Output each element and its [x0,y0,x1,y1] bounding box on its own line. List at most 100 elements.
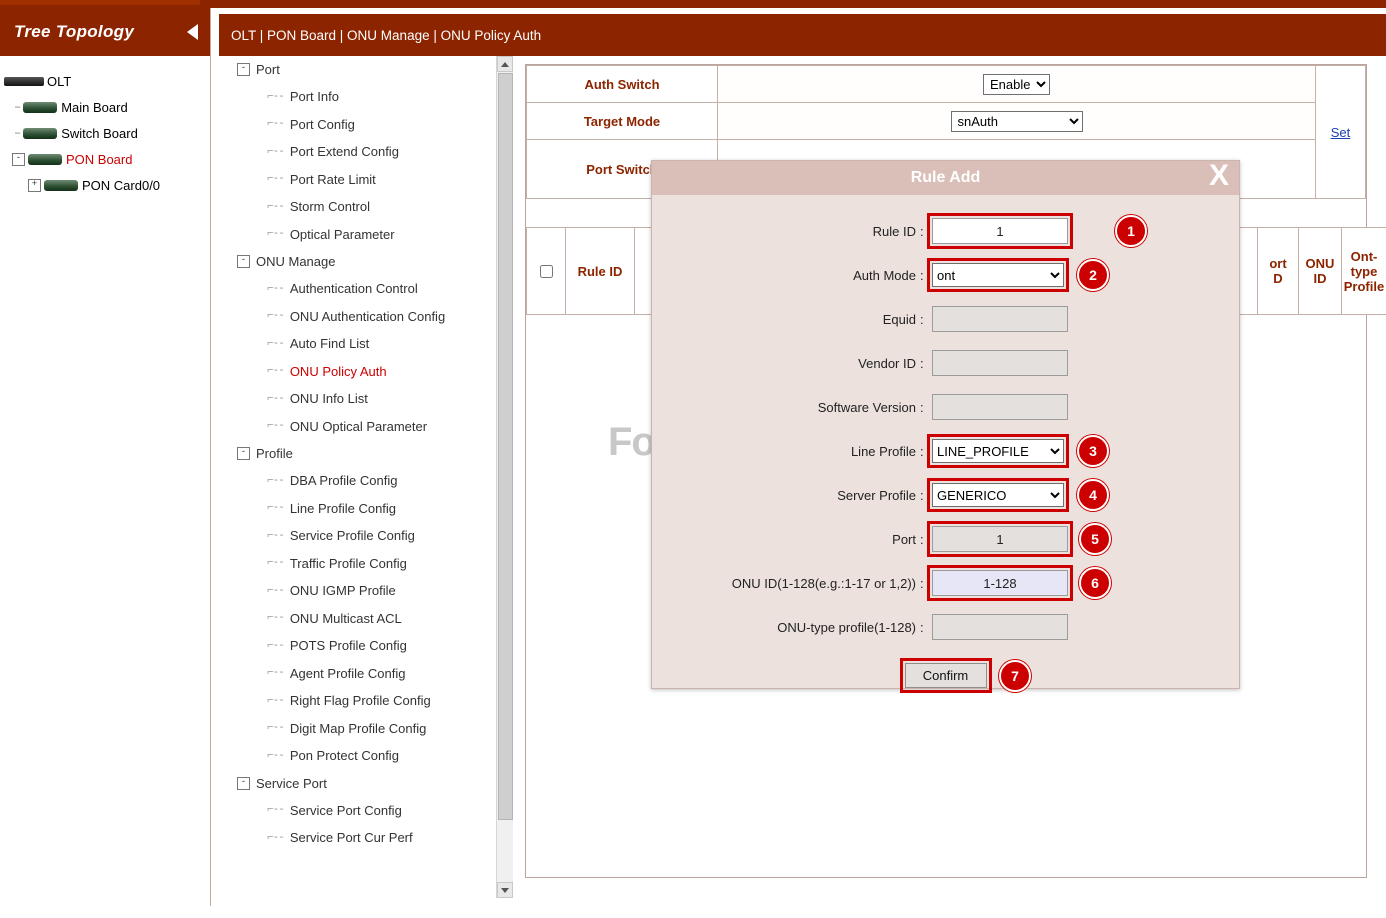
menu-item-traffic-profile-config[interactable]: ⌐-- Traffic Profile Config [219,550,513,578]
collapse-panel-icon[interactable] [187,24,198,40]
menu-item-digit-map-profile-config[interactable]: ⌐-- Digit Map Profile Config [219,715,513,743]
menu-group-service-port[interactable]: - Service Port [219,770,513,797]
menu-group-onu-manage[interactable]: - ONU Manage [219,248,513,275]
menu-item-label[interactable]: Agent Profile Config [290,666,406,681]
menu-item-line-profile-config[interactable]: ⌐-- Line Profile Config [219,495,513,523]
menu-item-label[interactable]: Pon Protect Config [290,748,399,763]
menu-group-profile[interactable]: - Profile [219,440,513,467]
port-label: Port [652,532,920,547]
menu-item-authentication-control[interactable]: ⌐-- Authentication Control [219,275,513,303]
label-colon: : [920,268,932,283]
tree-expand-toggle-icon[interactable]: + [28,179,41,192]
menu-item-service-port-config[interactable]: ⌐-- Service Port Config [219,797,513,825]
menu-item-label[interactable]: Right Flag Profile Config [290,693,431,708]
scroll-down-button[interactable] [497,882,513,898]
menu-scrollbar[interactable] [496,56,513,898]
menu-item-optical-parameter[interactable]: ⌐-- Optical Parameter [219,221,513,249]
menu-item-port-extend-config[interactable]: ⌐-- Port Extend Config [219,138,513,166]
close-icon[interactable]: X [1209,159,1229,193]
menu-item-label[interactable]: Port Config [290,117,355,132]
menu-item-storm-control[interactable]: ⌐-- Storm Control [219,193,513,221]
onu-type-profile-input[interactable] [932,614,1068,640]
equid-input[interactable] [932,306,1068,332]
menu-item-agent-profile-config[interactable]: ⌐-- Agent Profile Config [219,660,513,688]
menu-item-onu-optical-parameter[interactable]: ⌐-- ONU Optical Parameter [219,413,513,441]
menu-item-dba-profile-config[interactable]: ⌐-- DBA Profile Config [219,467,513,495]
menu-item-port-config[interactable]: ⌐-- Port Config [219,111,513,139]
menu-item-label[interactable]: Service Port Cur Perf [290,830,413,845]
menu-item-label[interactable]: Authentication Control [290,281,418,296]
menu-collapse-toggle-icon[interactable]: - [237,63,250,76]
menu-item-onu-policy-auth[interactable]: ⌐-- ONU Policy Auth [219,358,513,386]
chevron-down-icon [501,888,509,893]
menu-item-label[interactable]: Digit Map Profile Config [290,721,427,736]
onu-id-input[interactable] [932,570,1068,596]
scroll-up-button[interactable] [497,56,513,72]
tree-leaf-icon: ⌐-- [267,832,284,844]
menu-item-label[interactable]: Line Profile Config [290,501,396,516]
menu-item-label[interactable]: ONU Optical Parameter [290,419,427,434]
menu-item-label[interactable]: Storm Control [290,199,370,214]
menu-item-label[interactable]: ONU Multicast ACL [290,611,402,626]
menu-item-onu-multicast-acl[interactable]: ⌐-- ONU Multicast ACL [219,605,513,633]
menu-item-label[interactable]: Port Rate Limit [290,172,376,187]
target-mode-select[interactable]: snAuth [951,111,1083,132]
set-button[interactable]: Set [1331,125,1351,140]
menu-item-label[interactable]: Service Profile Config [290,528,415,543]
menu-item-label[interactable]: Service Port Config [290,803,402,818]
select-all-checkbox[interactable] [540,265,553,278]
tree-leaf-icon: ⌐-- [267,420,284,432]
menu-group-port[interactable]: - Port [219,56,513,83]
field-row-server-profile: Server Profile : GENERICO 4 [652,473,1239,517]
menu-item-service-profile-config[interactable]: ⌐-- Service Profile Config [219,522,513,550]
table-row-target-mode: Target Mode snAuth [527,103,1366,140]
rule-id-input[interactable] [932,218,1068,244]
menu-item-right-flag-profile-config[interactable]: ⌐-- Right Flag Profile Config [219,687,513,715]
menu-item-onu-igmp-profile[interactable]: ⌐-- ONU IGMP Profile [219,577,513,605]
port-input[interactable] [932,526,1068,552]
menu-collapse-toggle-icon[interactable]: - [237,255,250,268]
menu-item-port-info[interactable]: ⌐-- Port Info [219,83,513,111]
menu-collapse-toggle-icon[interactable]: - [237,447,250,460]
menu-item-port-rate-limit[interactable]: ⌐-- Port Rate Limit [219,166,513,194]
column-header-port-line2: D [1259,271,1297,286]
menu-item-label[interactable]: Optical Parameter [290,227,395,242]
software-version-input[interactable] [932,394,1068,420]
confirm-button[interactable]: Confirm [905,663,987,688]
vendor-id-input[interactable] [932,350,1068,376]
tree-node-pon-board[interactable]: - PON Board [0,146,210,172]
auth-switch-select[interactable]: Enable [983,74,1050,95]
menu-item-label[interactable]: ONU Info List [290,391,368,406]
tree-leaf-icon: ⌐-- [267,283,284,295]
menu-item-onu-info-list[interactable]: ⌐-- ONU Info List [219,385,513,413]
menu-item-label[interactable]: Auto Find List [290,336,370,351]
menu-item-pots-profile-config[interactable]: ⌐-- POTS Profile Config [219,632,513,660]
tree-node-switch-board[interactable]: – Switch Board [0,120,210,146]
menu-item-label[interactable]: ONU IGMP Profile [290,583,396,598]
menu-item-label[interactable]: Port Info [290,89,339,104]
tree-leaf-icon: ⌐-- [267,201,284,213]
menu-item-label[interactable]: ONU Authentication Config [290,309,445,324]
menu-item-label[interactable]: Traffic Profile Config [290,556,407,571]
menu-item-label[interactable]: ONU Policy Auth [290,364,387,379]
scrollbar-thumb[interactable] [498,73,513,820]
menu-item-label[interactable]: POTS Profile Config [290,638,407,653]
server-profile-select[interactable]: GENERICO [932,483,1064,507]
auth-mode-select[interactable]: ont [932,263,1064,287]
tree-node-pon-card-0-0[interactable]: + PON Card0/0 [0,172,210,198]
menu-collapse-toggle-icon[interactable]: - [237,777,250,790]
menu-item-auto-find-list[interactable]: ⌐-- Auto Find List [219,330,513,358]
menu-item-label[interactable]: Port Extend Config [290,144,399,159]
menu-item-label[interactable]: DBA Profile Config [290,473,398,488]
auth-switch-value-cell: Enable [718,66,1316,103]
tree-collapse-toggle-icon[interactable]: - [12,153,25,166]
line-profile-label: Line Profile [652,444,920,459]
tree-branch-icon: – [14,100,21,114]
tree-node-olt[interactable]: OLT [0,68,210,94]
menu-item-onu-authentication-config[interactable]: ⌐-- ONU Authentication Config [219,303,513,331]
menu-item-service-port-cur-perf[interactable]: ⌐-- Service Port Cur Perf [219,824,513,852]
menu-item-pon-protect-config[interactable]: ⌐-- Pon Protect Config [219,742,513,770]
tree-node-main-board[interactable]: – Main Board [0,94,210,120]
tree-leaf-icon: ⌐-- [267,173,284,185]
line-profile-select[interactable]: LINE_PROFILE [932,439,1064,463]
